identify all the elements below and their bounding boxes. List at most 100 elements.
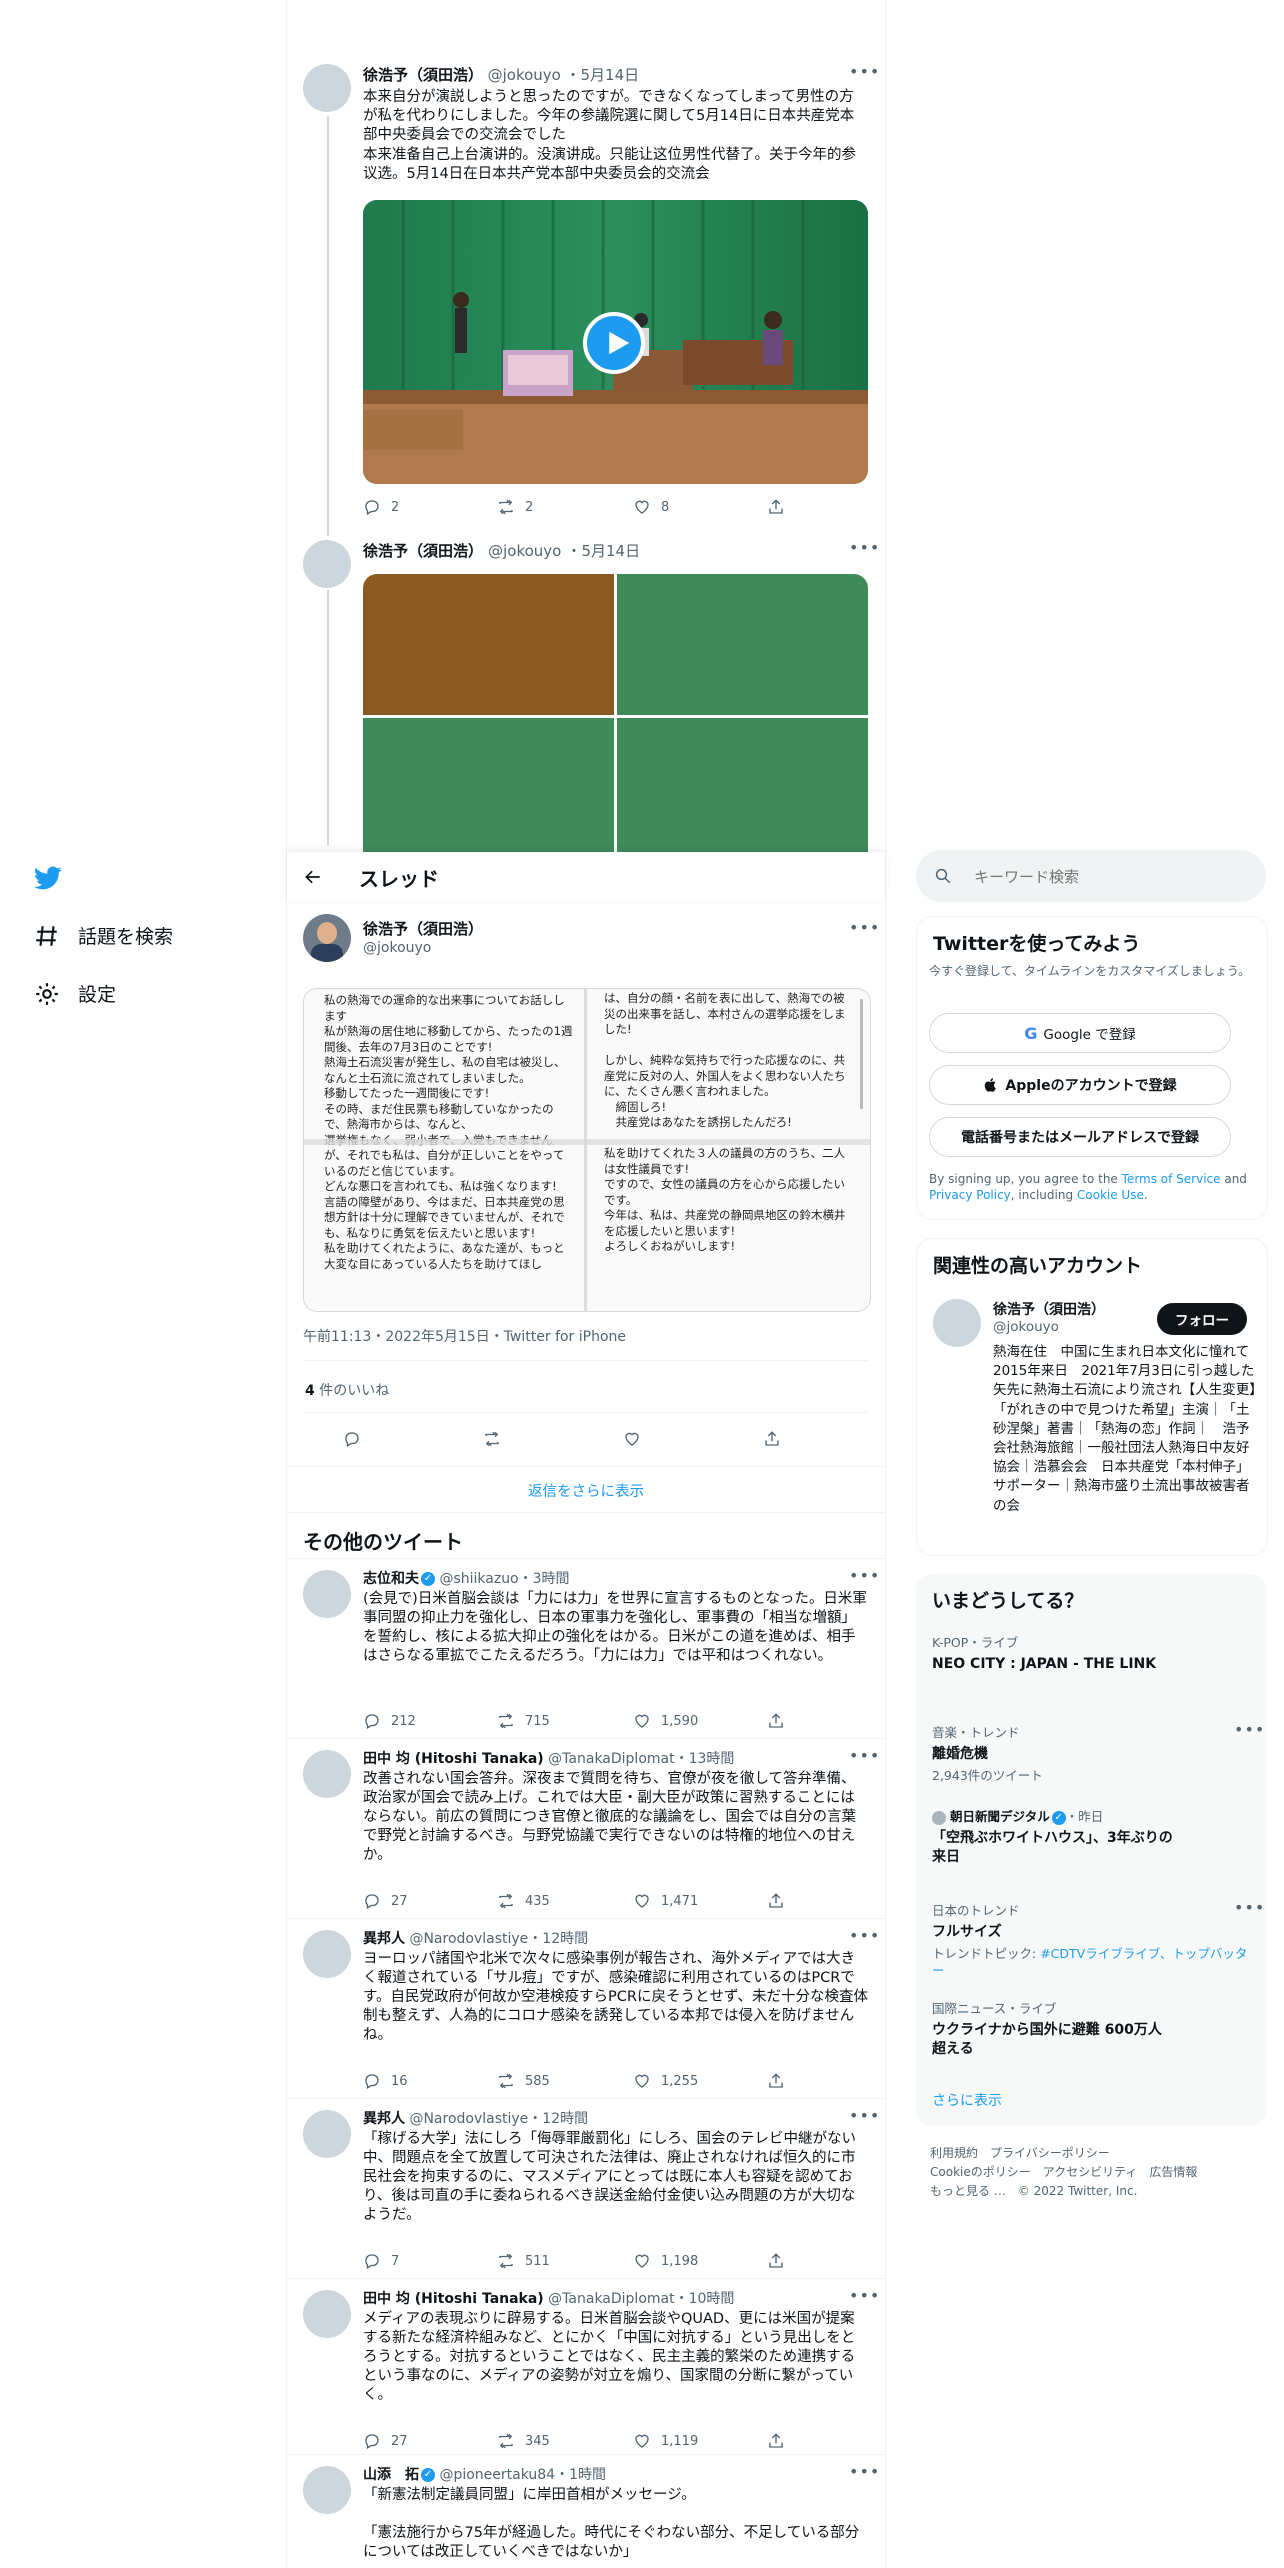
trend-item[interactable]: 国際ニュース・ライブ ウクライナから国外に避難 600万人超える (932, 1998, 1252, 2059)
related-name[interactable]: 徐浩予（須田浩） (993, 1299, 1105, 1319)
author-handle[interactable]: @Narodovlastiye (409, 1931, 528, 1947)
grid-image-1[interactable] (363, 574, 614, 715)
google-signup-button[interactable]: G Google で登録 (929, 1013, 1231, 1053)
more-options-icon[interactable]: ••• (849, 2286, 880, 2305)
more-options-icon[interactable]: ••• (849, 918, 880, 937)
more-options-icon[interactable]: ••• (849, 1746, 880, 1765)
share-button[interactable] (763, 1430, 791, 1448)
author-name[interactable]: 山添 拓 (363, 2467, 419, 2483)
author-handle[interactable]: @jokouyo (488, 66, 561, 84)
footer-line-1[interactable]: 利用規約 プライバシーポリシー (930, 2144, 1260, 2163)
privacy-link[interactable]: Privacy Policy (929, 1188, 1011, 1202)
more-options-icon[interactable]: ••• (1234, 1720, 1265, 1739)
more-options-icon[interactable]: ••• (849, 62, 880, 81)
reply-button[interactable]: 16 (363, 2072, 408, 2090)
more-options-icon[interactable]: ••• (849, 2106, 880, 2125)
share-button[interactable] (767, 2072, 795, 2090)
avatar[interactable] (303, 64, 351, 112)
trend-item[interactable]: 朝日新聞デジタル ✓ ・昨日 「空飛ぶホワイトハウス」、3年ぶりの来日 (932, 1806, 1252, 1867)
retweet-button[interactable] (483, 1430, 511, 1448)
back-arrow-icon[interactable] (303, 867, 323, 887)
show-more-replies-link[interactable]: 返信をさらに表示 (287, 1480, 885, 1501)
reply-button[interactable]: 27 (363, 1892, 408, 1910)
share-button[interactable] (767, 2252, 795, 2270)
search-input[interactable] (972, 864, 1246, 890)
share-button[interactable] (767, 2432, 795, 2450)
nav-settings[interactable]: 設定 (34, 980, 116, 1007)
more-options-icon[interactable]: ••• (849, 538, 880, 557)
tweet-timestamp[interactable]: 午前11:13・2022年5月15日・Twitter for iPhone (303, 1326, 626, 1346)
more-options-icon[interactable]: ••• (849, 2462, 880, 2481)
share-button[interactable] (767, 1712, 795, 1730)
image-grid[interactable] (363, 574, 868, 852)
share-button[interactable] (767, 498, 795, 516)
retweet-button[interactable]: 2 (497, 498, 533, 516)
avatar[interactable] (303, 2110, 351, 2158)
phone-email-signup-button[interactable]: 電話番号またはメールアドレスで登録 (929, 1117, 1231, 1157)
author-handle[interactable]: @TanakaDiplomat (548, 2291, 674, 2307)
avatar[interactable] (303, 540, 351, 588)
author-handle[interactable]: @jokouyo (488, 542, 561, 560)
author-handle[interactable]: @TanakaDiplomat (548, 1751, 674, 1767)
likes-summary[interactable]: 4 件のいいね (305, 1380, 389, 1400)
retweet-button[interactable]: 345 (497, 2432, 550, 2450)
note-screenshot-image[interactable]: 私の熱海での運命的な出来事についてお話しします 私が熱海の居住地に移動してから、… (303, 988, 871, 1312)
reply-button[interactable]: 7 (363, 2252, 399, 2270)
more-options-icon[interactable]: ••• (849, 1566, 880, 1585)
retweet-button[interactable]: 715 (497, 1712, 550, 1730)
retweet-button[interactable]: 435 (497, 1892, 550, 1910)
trend-item[interactable]: 音楽・トレンド 離婚危機 2,943件のツイート ••• (932, 1720, 1264, 1784)
search-box[interactable] (916, 850, 1266, 902)
avatar[interactable] (933, 1299, 981, 1347)
terms-link[interactable]: Terms of Service (1122, 1172, 1221, 1186)
tweet-time[interactable]: 1時間 (569, 2467, 606, 2483)
tweet-video[interactable] (363, 200, 868, 484)
retweet-button[interactable]: 511 (497, 2252, 550, 2270)
author-handle[interactable]: @pioneertaku84 (439, 2467, 555, 2483)
author-handle[interactable]: @jokouyo (363, 940, 431, 956)
nav-explore[interactable]: 話題を検索 (34, 922, 173, 949)
author-name[interactable]: 異邦人 (363, 2111, 405, 2127)
related-handle[interactable]: @jokouyo (993, 1319, 1059, 1335)
avatar[interactable] (303, 2466, 351, 2514)
more-options-icon[interactable]: ••• (1234, 1898, 1265, 1917)
trends-show-more-link[interactable]: さらに表示 (932, 2090, 1002, 2110)
author-name[interactable]: 田中 均 (Hitoshi Tanaka) (363, 2291, 544, 2307)
tweet-time[interactable]: 12時間 (542, 2111, 588, 2127)
author-name[interactable]: 徐浩予（須田浩） (363, 66, 483, 84)
grid-image-2[interactable] (617, 574, 868, 715)
footer-line-2[interactable]: Cookieのポリシー アクセシビリティ 広告情報 (930, 2163, 1260, 2182)
like-button[interactable]: 1,471 (633, 1892, 698, 1910)
like-button[interactable] (623, 1430, 651, 1448)
reply-button[interactable]: 212 (363, 1712, 416, 1730)
more-options-icon[interactable]: ••• (849, 1926, 880, 1945)
avatar[interactable] (303, 1750, 351, 1798)
cookie-link[interactable]: Cookie Use (1077, 1188, 1144, 1202)
footer-line-3[interactable]: もっと見る … © 2022 Twitter, Inc. (930, 2182, 1260, 2201)
apple-signup-button[interactable]: Appleのアカウントで登録 (929, 1065, 1231, 1105)
like-button[interactable]: 8 (633, 498, 669, 516)
reply-button[interactable] (343, 1430, 371, 1448)
tweet-time[interactable]: 10時間 (689, 2291, 735, 2307)
grid-image-4[interactable] (617, 718, 868, 852)
retweet-button[interactable]: 585 (497, 2072, 550, 2090)
tweet-date[interactable]: 5月14日 (581, 66, 640, 84)
author-name[interactable]: 徐浩予（須田浩） (363, 542, 483, 560)
tweet-date[interactable]: 5月14日 (581, 542, 640, 560)
like-button[interactable]: 1,198 (633, 2252, 698, 2270)
like-button[interactable]: 1,255 (633, 2072, 698, 2090)
grid-image-3[interactable] (363, 718, 614, 852)
play-button[interactable] (583, 312, 645, 374)
twitter-logo[interactable] (34, 864, 62, 892)
reply-button[interactable]: 2 (363, 498, 399, 516)
author-name[interactable]: 徐浩予（須田浩） (363, 918, 483, 939)
trend-item[interactable]: 日本のトレンド フルサイズ トレンドトピック: #CDTVライブライブ、トップバ… (932, 1898, 1264, 1979)
tweet-time[interactable]: 3時間 (533, 1571, 570, 1587)
author-handle[interactable]: @Narodovlastiye (409, 2111, 528, 2127)
tweet-time[interactable]: 12時間 (542, 1931, 588, 1947)
follow-button[interactable]: フォロー (1157, 1303, 1247, 1335)
author-handle[interactable]: @shiikazuo (439, 1571, 518, 1587)
avatar[interactable] (303, 1930, 351, 1978)
avatar[interactable] (303, 1570, 351, 1618)
author-name[interactable]: 志位和夫 (363, 1571, 419, 1587)
